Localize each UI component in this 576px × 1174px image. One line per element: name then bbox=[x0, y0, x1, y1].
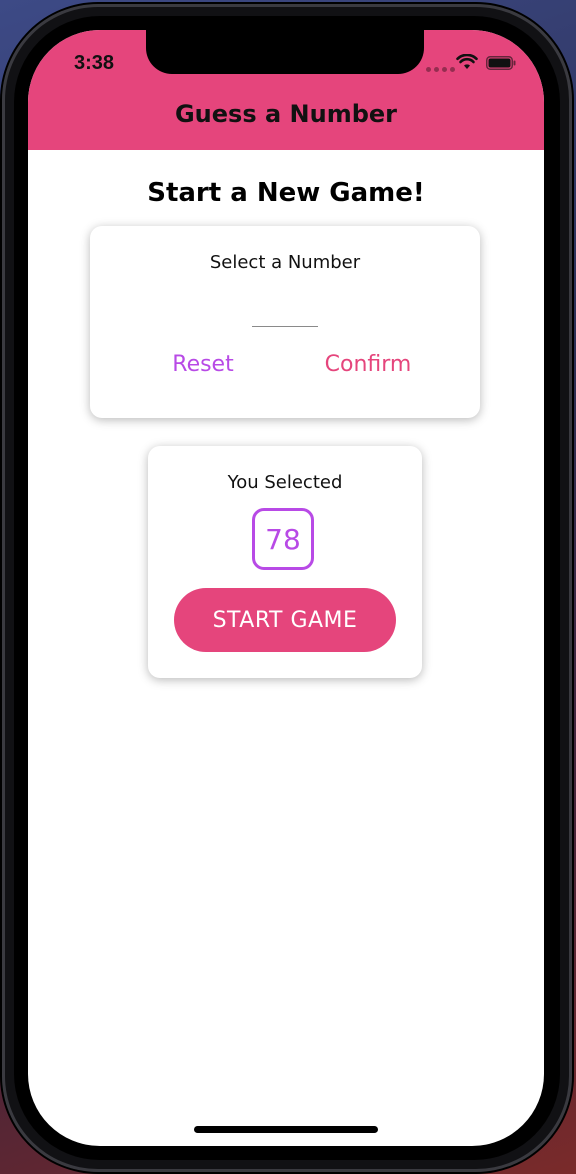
status-time: 3:38 bbox=[74, 52, 115, 74]
selected-number-display: 78 bbox=[252, 508, 314, 570]
app-header: 3:38 Guess a Number bbox=[28, 30, 544, 150]
select-number-label: Select a Number bbox=[209, 252, 361, 273]
app-title: Guess a Number bbox=[174, 100, 397, 128]
page-heading: Start a New Game! bbox=[147, 178, 425, 208]
number-input[interactable] bbox=[252, 304, 318, 327]
device-notch bbox=[146, 30, 424, 74]
battery-icon bbox=[486, 56, 516, 70]
number-input-card: Select a Number Reset Confirm bbox=[90, 226, 480, 418]
reset-button[interactable]: Reset bbox=[160, 352, 246, 377]
confirm-button[interactable]: Confirm bbox=[312, 352, 424, 377]
you-selected-label: You Selected bbox=[227, 472, 343, 493]
app-screen: 3:38 Guess a Number Start a New Game! Se… bbox=[28, 30, 544, 1146]
start-game-button[interactable]: START GAME bbox=[174, 588, 396, 652]
cellular-signal-icon bbox=[426, 67, 455, 72]
home-indicator[interactable] bbox=[194, 1126, 378, 1133]
wifi-icon bbox=[456, 54, 478, 69]
selected-number-card: You Selected 78 START GAME bbox=[148, 446, 422, 678]
